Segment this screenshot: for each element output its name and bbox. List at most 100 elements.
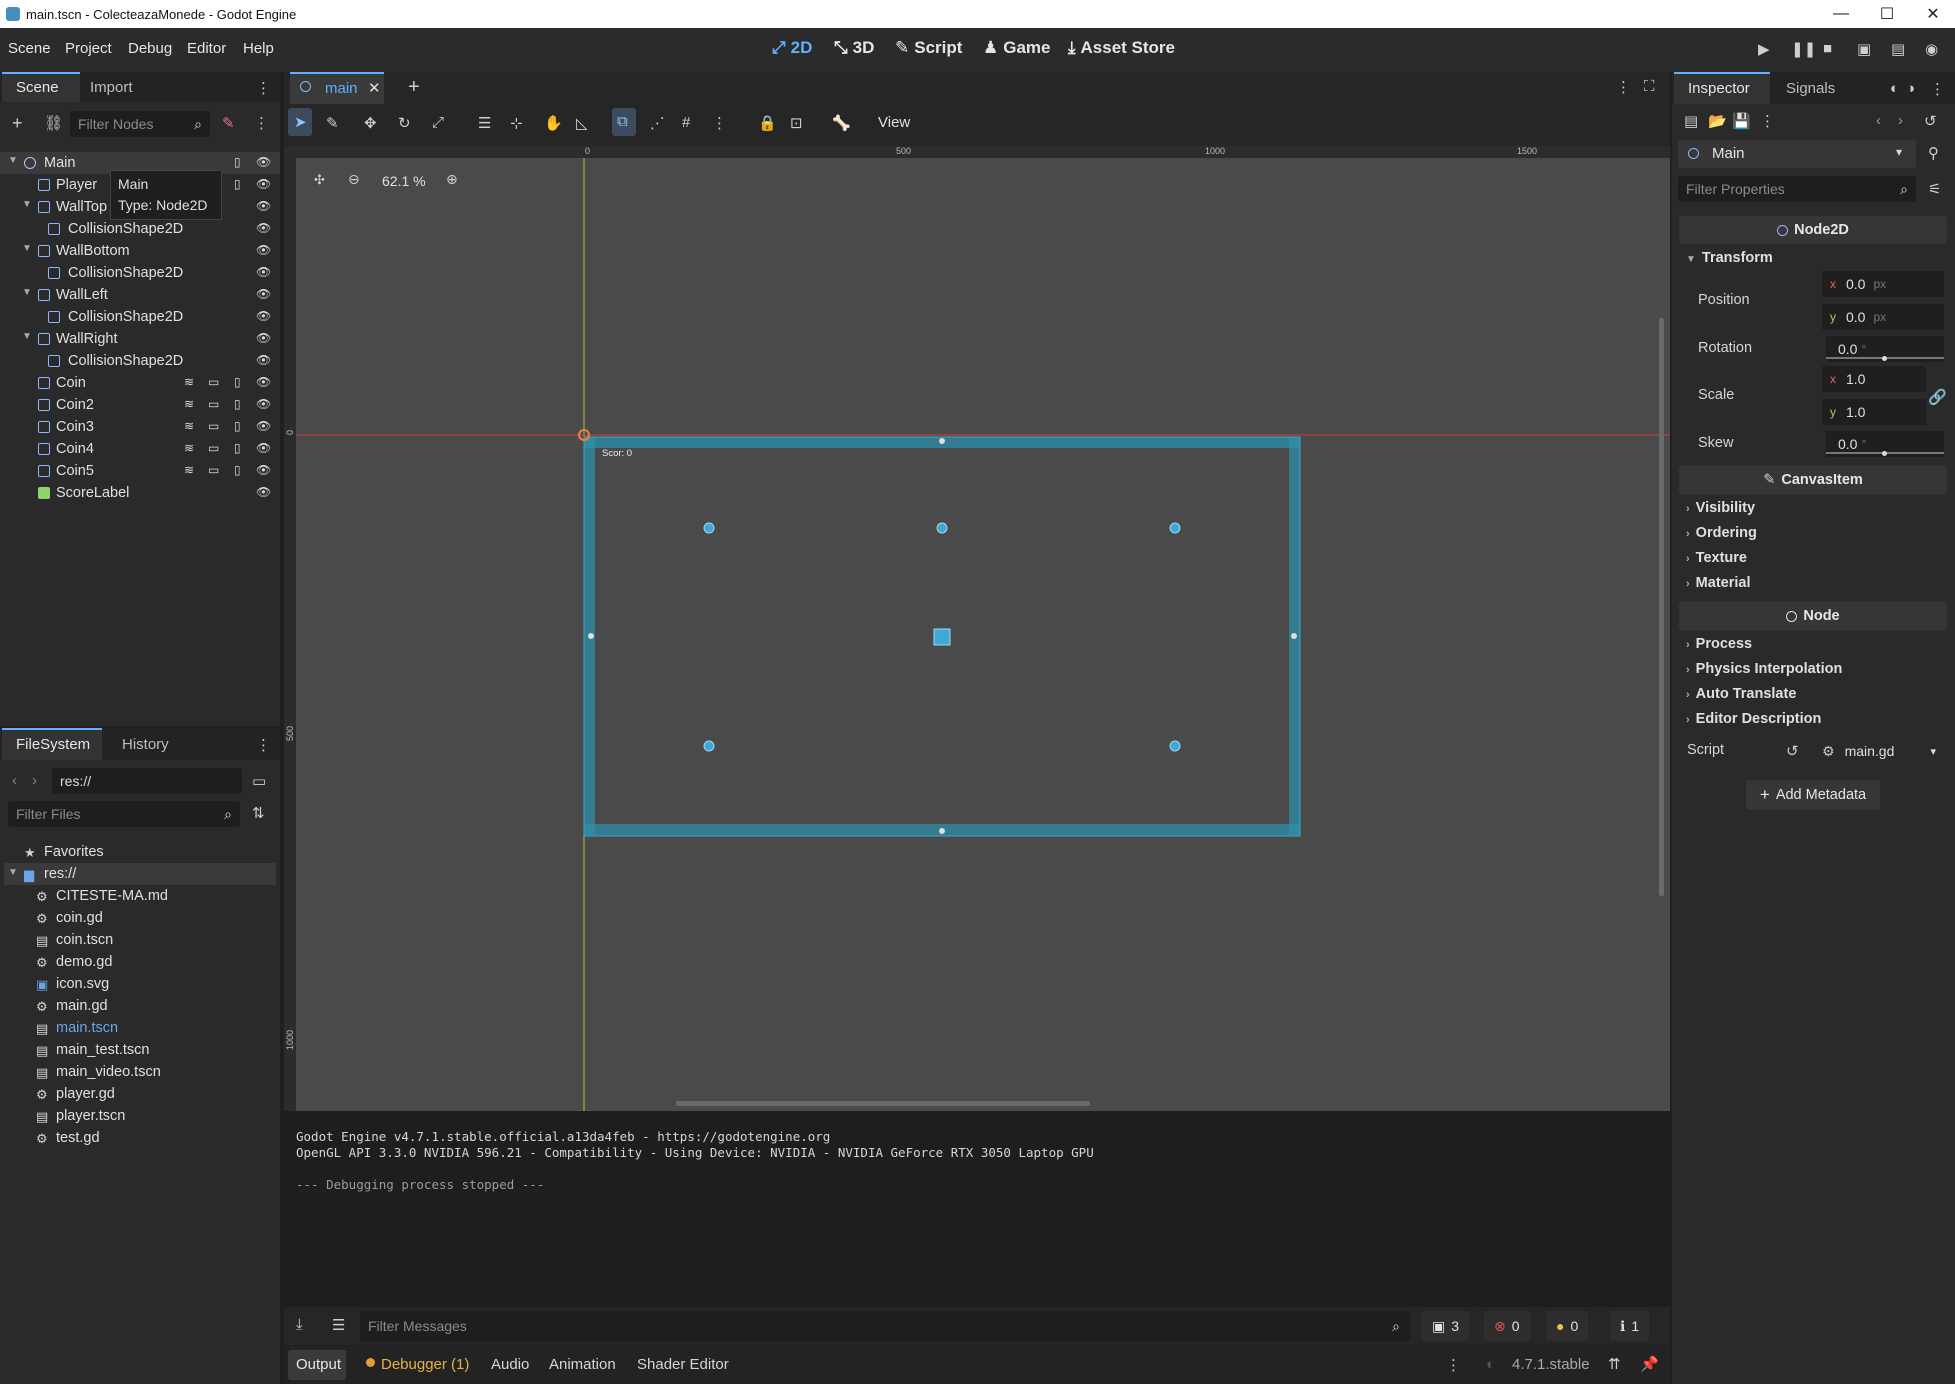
zoom-in-icon[interactable]: ⊕	[446, 171, 458, 188]
visibility-eye-icon[interactable]: 👁	[256, 397, 271, 411]
play-scene-icon[interactable]: ▣	[1857, 40, 1871, 58]
tree-node-collisionshape[interactable]: CollisionShape2D 👁	[0, 350, 280, 372]
category-auto-translate[interactable]: › Auto Translate	[1686, 686, 1796, 702]
tab-history[interactable]: History	[122, 736, 169, 753]
file-item[interactable]: ▣ icon.svg	[0, 973, 278, 995]
script-indicator-icon[interactable]: ▯	[234, 397, 241, 411]
node-doc-icon[interactable]: ⚲	[1928, 144, 1939, 162]
editor-menu-icon[interactable]: ⋮	[1616, 78, 1631, 96]
coin-marker[interactable]	[1169, 740, 1181, 752]
menu-project[interactable]: Project	[65, 40, 112, 57]
grid-snap-icon[interactable]: ⋰	[650, 114, 665, 132]
position-y-field[interactable]: y 0.0 px	[1822, 304, 1944, 330]
instance-scene-icon[interactable]: ⛓	[44, 114, 63, 132]
mode-script-button[interactable]: ✎ Script	[895, 38, 962, 58]
file-item[interactable]: ▤ main_video.tscn	[0, 1061, 278, 1083]
pivot-icon[interactable]: ⊹	[510, 114, 523, 132]
expand-panel-icon[interactable]: ⇈	[1608, 1355, 1621, 1373]
pin-panel-icon[interactable]: 📌	[1640, 1355, 1659, 1373]
favorites-item[interactable]: ★ Favorites	[0, 841, 278, 863]
load-resource-icon[interactable]: 📂	[1708, 112, 1727, 130]
tree-node-wallleft[interactable]: ▼ WallLeft 👁	[0, 284, 280, 306]
file-item[interactable]: ▤ main_test.tscn	[0, 1039, 278, 1061]
visibility-eye-icon[interactable]: 👁	[256, 463, 271, 477]
tree-node-collisionshape[interactable]: CollisionShape2D 👁	[0, 262, 280, 284]
sort-icon[interactable]: ⇅	[252, 804, 265, 822]
v-scrollbar[interactable]	[1659, 318, 1664, 896]
stop-icon[interactable]: ■	[1823, 40, 1832, 57]
filter-properties-input[interactable]: Filter Properties ⌕	[1678, 176, 1916, 202]
visibility-eye-icon[interactable]: 👁	[256, 485, 271, 499]
lock-icon[interactable]: 🔒	[758, 114, 777, 132]
filter-files-input[interactable]: Filter Files ⌕	[8, 801, 240, 827]
info-toggle[interactable]: ℹ1	[1610, 1311, 1650, 1341]
tree-node-wallbottom[interactable]: ▼ WallBottom 👁	[0, 240, 280, 262]
canvas-viewport[interactable]: Scor: 0 ✣ ⊖ 62.1 % ⊕	[296, 158, 1670, 1111]
collapse-arrow-icon[interactable]: ▼	[22, 331, 32, 342]
script-indicator-icon[interactable]: ▯	[234, 441, 241, 455]
distraction-free-icon[interactable]: ⛶	[1644, 78, 1655, 95]
scene-tree-menu-icon[interactable]: ⋮	[254, 114, 269, 132]
instanced-scene-icon[interactable]: ▭	[208, 397, 219, 411]
pause-icon[interactable]: ❚❚	[1791, 40, 1816, 58]
instanced-scene-icon[interactable]: ▭	[208, 441, 219, 455]
coin-marker[interactable]	[1169, 522, 1181, 534]
object-history-icon[interactable]: ↺	[1924, 112, 1937, 130]
category-ordering[interactable]: › Ordering	[1686, 525, 1757, 541]
mode-2d-button[interactable]: ⤢ 2D	[772, 38, 812, 58]
attach-script-icon[interactable]: ✎	[222, 114, 235, 132]
file-item[interactable]: ▤ main.tscn	[0, 1017, 278, 1039]
tree-node-coin5[interactable]: Coin5 ≋ ▭ ▯ 👁	[0, 460, 280, 482]
filter-nodes-input[interactable]: Filter Nodes ⌕	[70, 111, 210, 137]
category-material[interactable]: › Material	[1686, 575, 1750, 591]
smart-snap-button[interactable]: ⧉	[612, 108, 636, 136]
tree-node-coin2[interactable]: Coin2 ≋ ▭ ▯ 👁	[0, 394, 280, 416]
player-sprite[interactable]	[933, 628, 951, 646]
menu-scene[interactable]: Scene	[8, 40, 51, 57]
visibility-eye-icon[interactable]: 👁	[256, 155, 271, 169]
new-resource-icon[interactable]: ▤	[1684, 112, 1698, 130]
property-options-icon[interactable]: ⚟	[1928, 180, 1941, 198]
scale-icon[interactable]: ⤢	[432, 114, 444, 131]
collapse-arrow-icon[interactable]: ▼	[8, 155, 18, 166]
list-select-icon[interactable]: ☰	[478, 114, 491, 132]
tree-node-scorelabel[interactable]: ScoreLabel 👁	[0, 482, 280, 504]
script-indicator-icon[interactable]: ▯	[234, 375, 241, 389]
mode-asset-store-button[interactable]: ⤓ Asset Store	[1068, 38, 1175, 58]
tab-scene[interactable]: Scene	[16, 79, 59, 96]
slider-grabber[interactable]	[1882, 451, 1887, 456]
path-input[interactable]: res://	[52, 768, 242, 794]
visibility-eye-icon[interactable]: 👁	[256, 331, 271, 345]
grid-icon[interactable]: #	[682, 114, 690, 131]
script-indicator-icon[interactable]: ▯	[234, 155, 241, 169]
coin-marker[interactable]	[703, 522, 715, 534]
rotate-icon[interactable]: ↻	[398, 114, 411, 132]
clear-output-icon[interactable]: ⤓	[296, 1316, 303, 1333]
res-root-item[interactable]: ▼ ▆ res://	[4, 863, 276, 885]
select-mode-button[interactable]: ➤	[288, 108, 312, 136]
zoom-out-icon[interactable]: ⊖	[348, 171, 360, 188]
signal-icon[interactable]: ≋	[184, 441, 194, 455]
tree-node-coin4[interactable]: Coin4 ≋ ▭ ▯ 👁	[0, 438, 280, 460]
position-x-field[interactable]: x 0.0 px	[1822, 271, 1944, 297]
tab-animation[interactable]: Animation	[549, 1356, 616, 1373]
instanced-scene-icon[interactable]: ▭	[208, 419, 219, 433]
ruler-icon[interactable]: ◺	[576, 114, 588, 132]
node-selector[interactable]: Main ▾	[1678, 140, 1916, 168]
slider-grabber[interactable]	[1882, 356, 1887, 361]
snap-options-icon[interactable]: ⋮	[712, 114, 727, 132]
paint-icon[interactable]: ✎	[326, 114, 339, 132]
script-indicator-icon[interactable]: ▯	[234, 463, 241, 477]
script-indicator-icon[interactable]: ▯	[234, 177, 241, 191]
close-window-icon[interactable]: ✕	[1910, 0, 1955, 28]
visibility-eye-icon[interactable]: 👁	[256, 441, 271, 455]
tab-debugger[interactable]: Debugger (1)	[381, 1356, 469, 1373]
file-item[interactable]: ⚙ player.gd	[0, 1083, 278, 1105]
all-messages-toggle[interactable]: ▣ 3	[1422, 1311, 1470, 1341]
visibility-eye-icon[interactable]: 👁	[256, 287, 271, 301]
revert-icon[interactable]: ↺	[1786, 742, 1799, 760]
dock-right-icon[interactable]: ◑	[1906, 80, 1915, 97]
bone-icon[interactable]: 🦴	[832, 114, 851, 132]
h-scrollbar[interactable]	[676, 1101, 1090, 1106]
rotation-field[interactable]: 0.0 °	[1826, 336, 1944, 362]
